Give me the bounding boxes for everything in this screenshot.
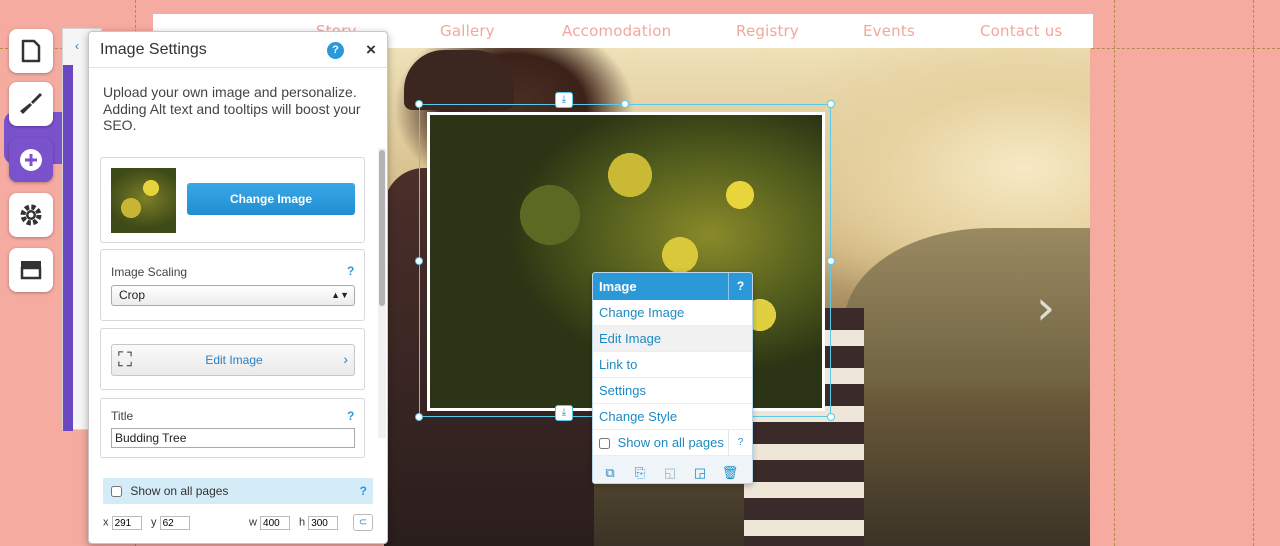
h-label: h	[299, 516, 306, 529]
x-label: x	[103, 516, 109, 529]
move-down-icon[interactable]: ⤓	[555, 405, 573, 421]
toolbar-design-button[interactable]	[9, 82, 53, 126]
context-item-settings[interactable]: Settings	[593, 378, 752, 404]
context-show-all-pages: Show on all pages ?	[593, 430, 752, 456]
resize-handle-bottom-left[interactable]	[415, 413, 423, 421]
resize-handle-left[interactable]	[415, 257, 423, 265]
y-input[interactable]	[159, 516, 190, 530]
context-item-edit-image[interactable]: Edit Image	[593, 326, 752, 352]
context-menu-title: Image	[599, 279, 637, 294]
title-label: Title	[111, 409, 134, 423]
height-field: h	[299, 516, 339, 530]
add-icon	[20, 149, 42, 171]
resize-handle-top-left[interactable]	[415, 100, 423, 108]
image-settings-panel: Image Settings ? × Upload your own image…	[88, 31, 388, 544]
guide-line-vertical	[1253, 0, 1254, 546]
toolbar-store-button[interactable]	[9, 248, 53, 292]
context-show-all-help-icon[interactable]: ?	[728, 430, 752, 456]
x-coordinate: x	[103, 516, 142, 530]
h-input[interactable]	[308, 516, 339, 530]
title-input[interactable]: Budding Tree	[111, 428, 355, 448]
context-item-change-image[interactable]: Change Image	[593, 300, 752, 326]
x-input[interactable]	[111, 516, 142, 530]
w-label: w	[249, 516, 257, 529]
context-menu-help-icon[interactable]: ?	[728, 273, 752, 300]
panel-help-icon[interactable]: ?	[327, 42, 344, 59]
edit-image-card: ⛶ Edit Image ›	[100, 328, 365, 390]
settings-icon	[20, 204, 42, 226]
image-scaling-label: Image Scaling	[111, 265, 188, 279]
panel-header: Image Settings ? ×	[89, 32, 387, 68]
show-on-all-pages-help-icon[interactable]: ?	[360, 478, 367, 504]
pages-icon	[21, 39, 41, 63]
y-label: y	[151, 516, 157, 529]
context-show-all-checkbox[interactable]	[599, 438, 610, 450]
panel-scroll-thumb[interactable]	[379, 150, 385, 306]
edit-image-label: Edit Image	[205, 353, 263, 367]
panel-title: Image Settings	[100, 41, 207, 58]
edit-image-button[interactable]: ⛶ Edit Image ›	[111, 344, 355, 376]
toolbar-settings-button[interactable]	[9, 193, 53, 237]
panel-description: Upload your own image and personalize. A…	[103, 84, 361, 133]
aspect-lock-icon[interactable]: ⊂	[353, 514, 373, 531]
change-image-button[interactable]: Change Image	[187, 183, 355, 215]
trash-icon[interactable]: 🗑	[719, 462, 741, 484]
nav-link-events[interactable]: Events	[863, 22, 915, 40]
show-on-all-pages-label: Show on all pages	[130, 484, 229, 498]
image-context-menu: Image ? Change Image Edit Image Link to …	[592, 272, 753, 484]
position-size-fields: x y w h ⊂	[103, 514, 383, 534]
image-scaling-value: Crop	[119, 288, 146, 302]
context-menu-header: Image ?	[593, 273, 752, 300]
select-arrows-icon: ▲▼	[331, 290, 349, 300]
bring-forward-icon[interactable]: ◱	[659, 462, 681, 484]
chevron-left-icon[interactable]: ‹	[75, 39, 79, 53]
design-icon	[20, 93, 42, 114]
context-item-link-to[interactable]: Link to	[593, 352, 752, 378]
resize-handle-right[interactable]	[827, 257, 835, 265]
resize-handle-top-right[interactable]	[827, 100, 835, 108]
store-icon	[20, 261, 42, 280]
width-field: w	[249, 516, 291, 530]
nav-link-gallery[interactable]: Gallery	[440, 22, 495, 40]
paste-icon[interactable]: ⎘	[629, 462, 651, 484]
show-on-all-pages-checkbox[interactable]	[111, 486, 122, 498]
title-help-icon[interactable]: ?	[347, 409, 354, 423]
image-scaling-help-icon[interactable]: ?	[347, 264, 354, 278]
resize-handle-bottom-right[interactable]	[827, 413, 835, 421]
resize-handle-top[interactable]	[621, 100, 629, 108]
panel-close-icon[interactable]: ×	[366, 40, 376, 60]
copy-icon[interactable]: ⧉	[599, 462, 621, 484]
context-show-all-label: Show on all pages	[617, 435, 724, 450]
context-item-change-style[interactable]: Change Style	[593, 404, 752, 430]
nav-link-accomodation[interactable]: Accomodation	[562, 22, 671, 40]
image-thumbnail	[111, 168, 176, 233]
send-backward-icon[interactable]: ◲	[689, 462, 711, 484]
background-panel-strip	[63, 65, 73, 431]
change-image-card: Change Image	[100, 157, 365, 243]
guide-line-vertical	[1114, 0, 1115, 546]
image-scaling-select[interactable]: Crop ▲▼	[111, 285, 355, 306]
gallery-next-arrow-icon[interactable]: ›	[1036, 280, 1055, 336]
show-on-all-pages-bar: Show on all pages ?	[103, 478, 373, 504]
toolbar-pages-button[interactable]	[9, 29, 53, 73]
toolbar-add-button[interactable]	[9, 138, 53, 182]
title-card: Title ? Budding Tree	[100, 398, 365, 458]
nav-link-contact-us[interactable]: Contact us	[980, 22, 1062, 40]
w-input[interactable]	[260, 516, 291, 530]
y-coordinate: y	[151, 516, 190, 530]
chevron-right-icon: ›	[343, 351, 348, 367]
context-toolbar: ⧉ ⎘ ◱ ◲ 🗑	[593, 456, 752, 484]
move-down-icon[interactable]: ⤓	[555, 92, 573, 108]
nav-link-registry[interactable]: Registry	[736, 22, 799, 40]
image-scaling-card: Image Scaling ? Crop ▲▼	[100, 249, 365, 321]
